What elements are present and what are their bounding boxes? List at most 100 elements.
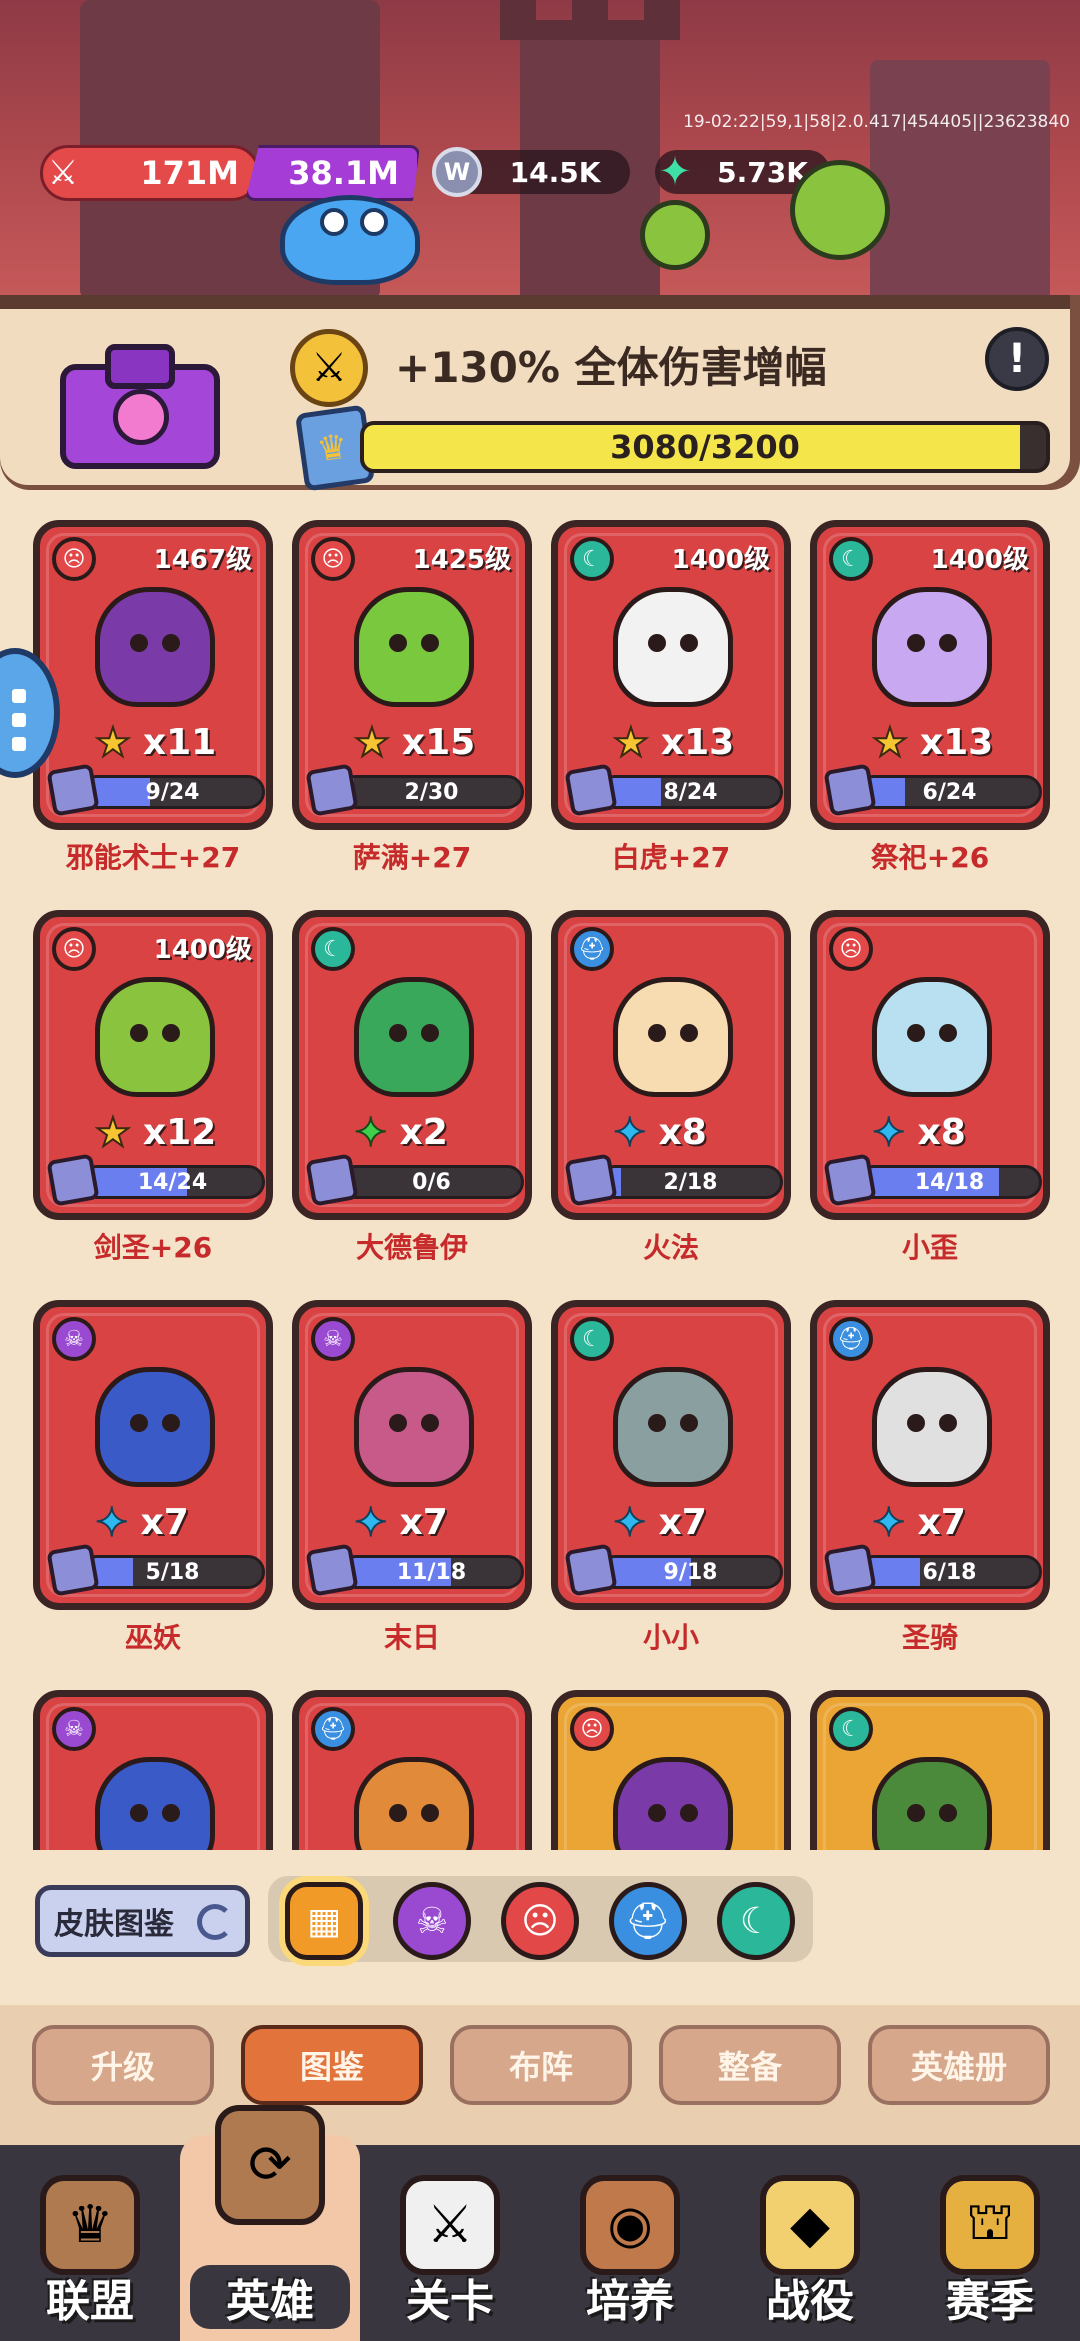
nav-item-2[interactable]: ⚔ 关卡 [360, 2145, 540, 2341]
hero-star-count: ✦ x7 [612, 1499, 707, 1546]
star-multiplier: x7 [140, 1502, 189, 1543]
nav-icon: ⚔ [400, 2175, 500, 2275]
fragment-progress-bar: 6/18 [857, 1555, 1042, 1589]
hero-portrait [613, 1757, 733, 1850]
hero-card-frame: ⛑ ✦ x8 2/18 [551, 910, 791, 1220]
hero-portrait [95, 587, 215, 707]
hero-card[interactable]: ⛑ [292, 1690, 532, 1850]
hero-star-count: ★ x11 [94, 719, 216, 766]
hero-star-count: ★ x13 [612, 722, 734, 764]
hero-level: 1400级 [930, 545, 1029, 575]
hero-card[interactable]: ☾ 1400级 ★ x13 8/24 白虎+27 [551, 520, 791, 910]
goblin-boss-enemy [790, 160, 890, 260]
hero-card[interactable]: ☹ ✦ x8 14/18 小歪 [810, 910, 1050, 1300]
star-multiplier: x15 [401, 722, 476, 763]
faction-purple-icon: ☠ [52, 1707, 96, 1751]
hero-level: 1425级 [412, 545, 511, 575]
hero-card-frame: ☹ ✦ x8 14/18 [810, 910, 1050, 1220]
gold-star-icon: ★ [871, 719, 909, 766]
hero-fragment-icon [305, 763, 359, 817]
fragment-count: 8/24 [663, 779, 718, 805]
hero-card[interactable]: ☾ ✦ x7 9/18 小小 [551, 1300, 791, 1690]
nav-item-4[interactable]: ◆ 战役 [720, 2145, 900, 2341]
attack-resource[interactable]: ⚔ 171M [40, 145, 260, 201]
hero-star-count: ✦ x8 [871, 1112, 966, 1154]
castle-wall [870, 60, 1050, 300]
hero-portrait [354, 977, 474, 1097]
blue-star-icon: ✦ [612, 1499, 647, 1546]
hero-card[interactable]: ☠ ✦ x7 11/18 末日 [292, 1300, 532, 1690]
subtab-2[interactable]: 布阵 [450, 2025, 632, 2105]
hero-card[interactable]: ☹ 1467级 ★ x11 9/24 邪能术士+27 [33, 520, 273, 910]
subtab-3[interactable]: 整备 [659, 2025, 841, 2105]
blue-blob-character [280, 195, 420, 285]
hero-card[interactable]: ☾ 1400级 ★ x13 6/24 祭祀+26 [810, 520, 1050, 910]
filter-helmet-button[interactable]: ⛑ [609, 1882, 687, 1960]
hero-card-frame: ☹ [551, 1690, 791, 1850]
hero-star-count: ✦ x7 [353, 1499, 448, 1546]
hero-card[interactable]: ☹ 1400级 ★ x12 14/24 剑圣+26 [33, 910, 273, 1300]
nav-icon: ♛ [40, 2175, 140, 2275]
hero-card[interactable]: ☠ ✦ x7 5/18 巫妖 [33, 1300, 273, 1690]
star-multiplier: x8 [658, 1112, 707, 1153]
hero-card-frame: ☾ ✦ x2 0/6 [292, 910, 532, 1220]
hero-card[interactable]: ⛑ ✦ x7 6/18 圣骑 [810, 1300, 1050, 1690]
hero-card[interactable]: ☹ 1425级 ★ x15 2/30 萨满+27 [292, 520, 532, 910]
hero-name: 火法 [642, 1231, 699, 1264]
hero-grid: ☹ 1467级 ★ x11 9/24 邪能术士+27 ☹ 1425级 ★ x15 2/30 萨满+27… [0, 520, 1080, 1850]
energy-resource[interactable]: 38.1M [245, 145, 420, 201]
faction-teal-icon: ☾ [570, 1317, 614, 1361]
nav-item-3[interactable]: ◉ 培养 [540, 2145, 720, 2341]
hero-card[interactable]: ☾ [810, 1690, 1050, 1850]
nav-label: 战役 [766, 2276, 854, 2327]
nav-label: 关卡 [406, 2276, 494, 2327]
fragment-count: 0/6 [412, 1169, 451, 1195]
fragment-progress-bar: 6/24 [857, 775, 1042, 809]
info-button[interactable]: ! [985, 327, 1049, 391]
filter-row: 皮肤图鉴 ▦ ☠ ☹ ⛑ ☾ [0, 1850, 1080, 2000]
hero-star-count: ★ x15 [353, 722, 476, 764]
hero-fragment-icon [46, 763, 100, 817]
fragment-count: 2/18 [663, 1169, 718, 1195]
filter-demon-button[interactable]: ☹ [501, 1882, 579, 1960]
fragment-progress-bar: 2/30 [339, 775, 524, 809]
star-multiplier: x8 [917, 1112, 966, 1153]
hero-portrait [872, 977, 992, 1097]
nav-item-0[interactable]: ♛ 联盟 [0, 2145, 180, 2341]
hero-card[interactable]: ☠ [33, 1690, 273, 1850]
subtab-4[interactable]: 英雄册 [868, 2025, 1050, 2105]
subtab-0[interactable]: 升级 [32, 2025, 214, 2105]
hero-card[interactable]: ☾ ✦ x2 0/6 大德鲁伊 [292, 910, 532, 1300]
hero-card-frame: ☠ ✦ x7 5/18 [33, 1300, 273, 1610]
gold-star-icon: ★ [94, 719, 132, 766]
filter-all-button[interactable]: ▦ [285, 1882, 363, 1960]
hero-card[interactable]: ☹ [551, 1690, 791, 1850]
hero-name: 小小 [642, 1621, 699, 1654]
fragment-count: 14/18 [914, 1169, 985, 1195]
blue-star-icon: ✦ [353, 1499, 388, 1546]
nav-item-5[interactable]: ⛫ 赛季 [900, 2145, 1080, 2341]
coin-resource[interactable]: W 14.5K [432, 147, 630, 197]
hero-level: 1400级 [153, 935, 252, 965]
treasure-chest-icon[interactable] [45, 344, 235, 474]
power-panel: ⚔ +130% 全体伤害增幅 ! 3080/3200 [0, 295, 1080, 492]
collection-progress-bar: 3080/3200 [360, 421, 1050, 473]
hero-portrait [613, 977, 733, 1097]
nav-icon: ◉ [580, 2175, 680, 2275]
subtab-1[interactable]: 图鉴 [241, 2025, 423, 2105]
filter-moon-button[interactable]: ☾ [717, 1882, 795, 1960]
faction-red-icon: ☹ [570, 1707, 614, 1751]
hero-star-count: ✦ x7 [94, 1502, 189, 1544]
nav-item-1[interactable]: ⟳ 英雄 [180, 2105, 360, 2341]
hero-card[interactable]: ⛑ ✦ x8 2/18 火法 [551, 910, 791, 1300]
hero-name: 大德鲁伊 [355, 1231, 468, 1264]
sword-badge-icon: ⚔ [290, 329, 368, 407]
blob-eye [320, 208, 348, 236]
hero-name: 圣骑 [901, 1621, 958, 1654]
hero-card-frame: ☾ [810, 1690, 1050, 1850]
hero-fragment-icon [46, 1543, 100, 1597]
faction-blue-icon: ⛑ [829, 1317, 873, 1361]
fragment-count: 9/18 [663, 1559, 718, 1585]
filter-skull-button[interactable]: ☠ [393, 1882, 471, 1960]
skin-collection-button[interactable]: 皮肤图鉴 [35, 1885, 250, 1957]
